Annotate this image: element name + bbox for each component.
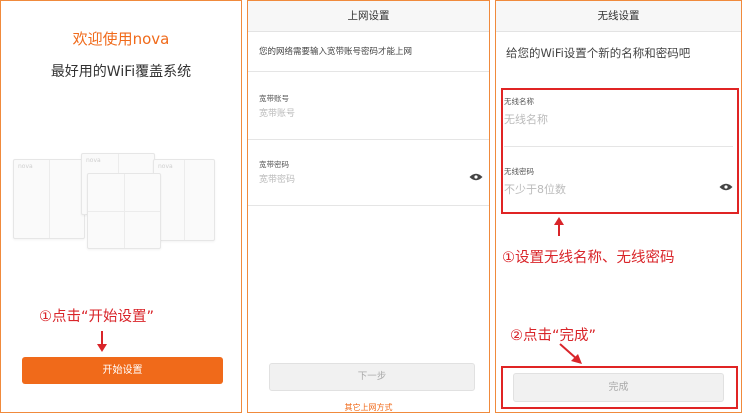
eye-icon[interactable]	[719, 183, 733, 191]
account-field-label: 宽带账号	[259, 94, 289, 103]
eye-icon[interactable]	[469, 173, 483, 181]
wifi-password-label: 无线密码	[504, 167, 534, 176]
up-arrow-icon	[558, 224, 560, 236]
other-connection-link[interactable]: 其它上网方式	[248, 402, 489, 412]
device-logo: nova	[18, 163, 33, 170]
broadband-account-input[interactable]: 宽带账号	[259, 106, 295, 119]
device-back-left: nova	[13, 159, 85, 239]
down-arrow-icon	[101, 331, 103, 345]
internet-settings-panel: 上网设置 您的网络需要输入宽带账号密码才能上网 宽带账号 宽带账号 宽带密码 宽…	[247, 0, 490, 413]
internet-description: 您的网络需要输入宽带账号密码才能上网	[259, 47, 413, 57]
divider	[504, 146, 733, 147]
device-logo: nova	[86, 157, 101, 164]
wireless-description: 给您的WiFi设置个新的名称和密码吧	[506, 46, 691, 60]
welcome-subtitle: 最好用的WiFi覆盖系统	[50, 64, 192, 80]
wireless-settings-panel: 无线设置 给您的WiFi设置个新的名称和密码吧 无线名称 无线名称 无线密码 不…	[495, 0, 742, 413]
wifi-name-input[interactable]: 无线名称	[504, 111, 548, 127]
welcome-title: 欢迎使用nova	[72, 30, 170, 48]
password-field-label: 宽带密码	[259, 160, 289, 169]
welcome-panel: 欢迎使用nova 最好用的WiFi覆盖系统 nova nova nova ①点击…	[0, 0, 242, 413]
start-setup-button[interactable]: 开始设置	[22, 357, 223, 384]
divider	[248, 71, 489, 72]
divider	[248, 205, 489, 206]
device-front	[87, 173, 161, 249]
pointer-arrow-icon	[559, 343, 582, 364]
device-logo: nova	[158, 163, 173, 170]
next-step-button[interactable]: 下一步	[269, 363, 475, 391]
device-back-right: nova	[153, 159, 215, 241]
divider	[248, 139, 489, 140]
nova-devices-image: nova nova nova	[13, 151, 223, 261]
wifi-password-input[interactable]: 不少于8位数	[504, 181, 566, 197]
wifi-name-label: 无线名称	[504, 97, 534, 106]
arrow-head-icon	[97, 344, 107, 352]
start-annotation: ①点击“开始设置”	[39, 309, 155, 325]
done-button[interactable]: 完成	[513, 373, 724, 402]
page-title: 无线设置	[496, 1, 741, 32]
page-title: 上网设置	[248, 1, 489, 32]
wifi-annotation: ①设置无线名称、无线密码	[502, 250, 675, 266]
broadband-password-input[interactable]: 宽带密码	[259, 172, 295, 185]
